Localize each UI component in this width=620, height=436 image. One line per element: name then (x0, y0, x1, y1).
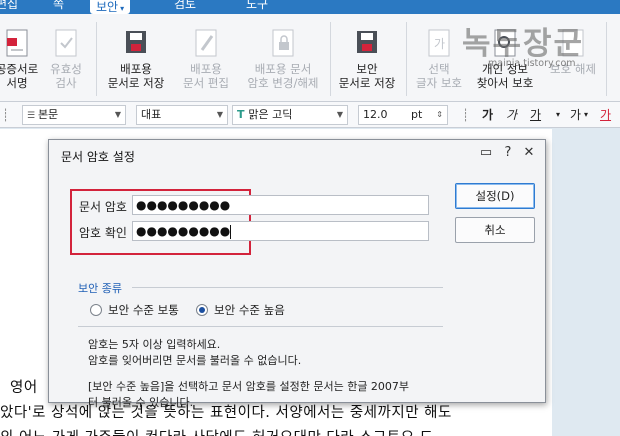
italic-icon[interactable]: 가 (506, 106, 517, 124)
stepper-icon: ⇕ (436, 110, 443, 119)
document-line: 았다'로 상석에 앉는 것을 뜻하는 표현이다. 서양에서는 중세까지만 해도 (0, 405, 452, 421)
radio-security-normal-label: 보안 수준 보통 (108, 303, 179, 317)
cancel-button[interactable]: 취소 (455, 217, 535, 243)
radio-security-high-label: 보안 수준 높음 (214, 303, 285, 317)
font-select[interactable]: T 맑은 고딕 ▼ (232, 105, 348, 125)
distribute-save-label: 배포용 문서로 저장 (107, 62, 165, 90)
secure-save-label: 보안 문서로 저장 (338, 62, 396, 90)
confirm-password-label: 암호 확인 (79, 226, 127, 240)
protect-text-label: 선택 글자 보호 (416, 62, 462, 90)
radio-security-normal[interactable]: 보안 수준 보통 (90, 302, 179, 318)
radio-selected-icon (196, 304, 208, 316)
set-button[interactable]: 설정(D) (455, 183, 535, 209)
font-type-icon: T (237, 108, 249, 121)
info-text: 암호는 5자 이상 입력하세요. (88, 338, 221, 351)
password-input[interactable]: ●●●●●●●●● (132, 195, 429, 215)
menu-item-security-label: 보안 (96, 0, 119, 14)
radio-security-high[interactable]: 보안 수준 높음 (196, 302, 285, 318)
distribute-edit-icon (195, 29, 217, 57)
info-text: 암호를 잊어버리면 문서를 불러올 수 없습니다. (88, 354, 302, 367)
info-text: [보안 수준 높음]을 선택하고 문서 암호를 설정한 문서는 한글 2007부 (88, 380, 410, 393)
font-size-value: 12.0 (363, 108, 388, 121)
chevron-down-icon: ▼ (216, 110, 223, 119)
ribbon-separator (406, 22, 407, 96)
password-label: 문서 암호 (79, 200, 127, 214)
validate-label: 유효성 검사 (50, 62, 82, 90)
dialog-comment-icon[interactable]: ▭ (479, 145, 493, 160)
info-divider (78, 326, 443, 327)
security-type-divider (132, 287, 443, 288)
ribbon: 공증서로서명 유효성검사 배포용문서로 저장 배포용문서 편집 배포용 (0, 14, 620, 102)
protect-text-icon: 가 (428, 29, 450, 57)
ribbon-separator (606, 22, 607, 96)
language-select-value: 대표 (141, 108, 162, 121)
ribbon-separator (96, 22, 97, 96)
font-color-icon[interactable]: 가 (600, 106, 611, 124)
secure-save-icon (357, 31, 377, 53)
underline-icon[interactable]: 가 (530, 106, 541, 124)
confirm-password-input-value: ●●●●●●●●● (136, 224, 231, 238)
watermark-url: mainia.tistory.com (488, 58, 576, 69)
close-icon[interactable]: ✕ (522, 145, 536, 160)
menu-item-page[interactable]: 쪽 (53, 0, 64, 13)
certificate-sign-icon (6, 29, 28, 57)
chevron-down-icon: ▼ (336, 110, 343, 119)
bold-icon[interactable]: 가 (482, 106, 493, 124)
confirm-password-input[interactable]: ●●●●●●●●● (132, 221, 429, 241)
paragraph-style-icon: ☰ (27, 111, 38, 121)
format-bar-separator: ┊ (462, 108, 470, 122)
validate-icon (55, 29, 77, 57)
distribute-password-label: 배포용 문서 암호 변경/해제 (247, 62, 319, 90)
format-bar-grip-icon: ┊ (2, 108, 10, 122)
language-select[interactable]: 대표 ▼ (136, 105, 228, 125)
radio-icon (90, 304, 102, 316)
info-text: 터 불러올 수 있습니다. (88, 396, 194, 409)
help-icon[interactable]: ? (501, 145, 515, 160)
distribute-edit-label: 배포용 문서 편집 (183, 62, 229, 90)
menu-item-tools[interactable]: 도구 (246, 0, 268, 13)
distribute-edit-button[interactable]: 배포용 문서 편집 (174, 14, 238, 102)
dialog-title: 문서 암호 설정 (61, 150, 135, 164)
validate-button[interactable]: 유효성 검사 (40, 14, 92, 102)
chevron-down-icon[interactable]: ▾ (584, 106, 588, 124)
style-select-value: 본문 (37, 108, 59, 121)
menu-item-review[interactable]: 검토 (174, 0, 196, 13)
ribbon-separator (330, 22, 331, 96)
strikethrough-icon[interactable]: 가 (570, 106, 581, 124)
svg-text:가: 가 (434, 37, 445, 51)
distribute-password-icon (272, 29, 294, 57)
document-line: 영어 (10, 380, 38, 396)
menu-bar: 편집 쪽 보안 ▾ 검토 도구 (0, 0, 620, 14)
distribute-save-icon (126, 31, 146, 53)
chevron-down-icon[interactable]: ▾ (556, 106, 560, 124)
style-select[interactable]: ☰ 본문 ▼ (22, 105, 126, 125)
password-dialog: 문서 암호 설정 ▭ ? ✕ 문서 암호 ●●●●●●●●● 암호 확인 ●●●… (48, 139, 546, 409)
password-input-value: ●●●●●●●●● (136, 198, 231, 212)
security-type-legend: 보안 종류 (78, 282, 122, 295)
font-select-value: 맑은 고딕 (248, 108, 293, 121)
font-size-input[interactable]: 12.0 pt ⇕ (358, 105, 448, 125)
watermark-logo: 녹두장군 (462, 26, 585, 62)
document-line: 의 어느 가게 가주들이 컨다라 사당에도 허거요대만 다라 소그토오 드 (0, 426, 434, 436)
protect-text-button[interactable]: 가 선택 글자 보호 (410, 14, 468, 102)
format-bar: ┊ ☰ 본문 ▼ 대표 ▼ T 맑은 고딕 ▼ 12.0 pt ⇕ ┊ 가 가 가 ▾… (0, 102, 620, 128)
distribute-save-button[interactable]: 배포용 문서로 저장 (100, 14, 172, 102)
menu-item-security[interactable]: 보안 ▾ (90, 0, 131, 14)
secure-save-button[interactable]: 보안 문서로 저장 (332, 14, 402, 102)
dialog-body: 문서 암호 ●●●●●●●●● 암호 확인 ●●●●●●●●● 보안 종류 보안… (60, 172, 445, 409)
menu-item-edit[interactable]: 편집 (0, 0, 18, 13)
font-size-unit: pt (411, 108, 423, 121)
document-margin (552, 129, 620, 436)
text-cursor (230, 224, 232, 239)
chevron-down-icon: ▼ (114, 110, 121, 119)
chevron-down-icon: ▾ (120, 4, 125, 13)
distribute-password-button[interactable]: 배포용 문서 암호 변경/해제 (240, 14, 326, 102)
